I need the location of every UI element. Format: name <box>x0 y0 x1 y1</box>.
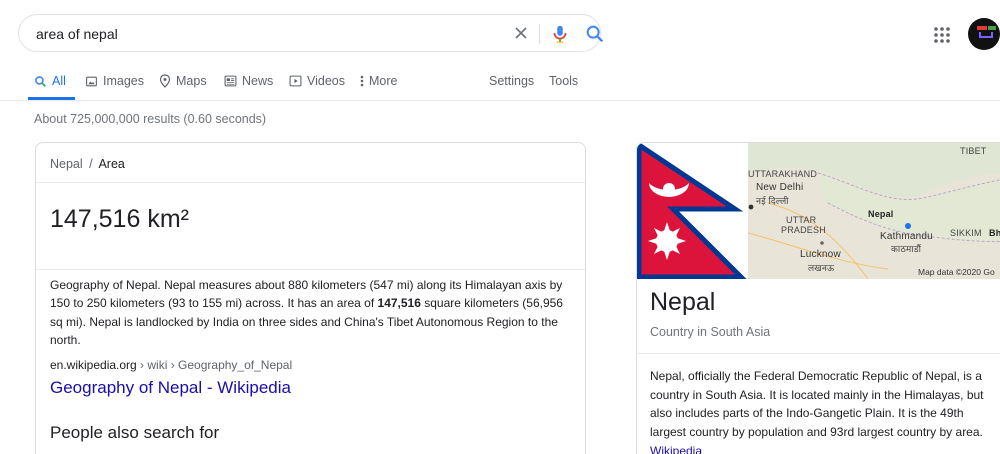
map-attribution: Map data ©2020 Go <box>918 267 995 277</box>
breadcrumb: Nepal / Area <box>50 157 125 171</box>
answer-description: Geography of Nepal. Nepal measures about… <box>50 276 575 349</box>
map-label: नई दिल्ली <box>756 196 789 206</box>
map-pin-icon <box>159 74 171 88</box>
map-label: TIBET <box>960 146 987 156</box>
map-label: UTTARAKHAND <box>748 169 818 179</box>
tab-label: News <box>242 74 274 88</box>
map-label: Kathmandu <box>880 231 933 242</box>
source-url: en.wikipedia.org › wiki › Geography_of_N… <box>50 358 292 372</box>
tab-label: More <box>369 74 398 88</box>
search-input[interactable]: area of nepal <box>36 26 118 42</box>
search-box[interactable]: area of nepal <box>18 14 604 52</box>
search-divider <box>539 24 540 44</box>
tab-settings[interactable]: Settings <box>489 74 534 88</box>
header-divider <box>0 100 1000 101</box>
video-icon <box>289 75 302 87</box>
avatar-mark <box>979 32 993 38</box>
description-text: Nepal, officially the Federal Democratic… <box>650 369 984 440</box>
tab-label: Maps <box>176 74 207 88</box>
map-label: काठमाडौं <box>891 244 922 254</box>
map-label: New Delhi <box>756 182 804 193</box>
breadcrumb-root[interactable]: Nepal <box>50 157 83 171</box>
entity-title: Nepal <box>650 288 716 316</box>
map-image[interactable]: TIBET UTTARAKHAND New Delhi नई दिल्ली UT… <box>748 143 1000 279</box>
results-stats: About 725,000,000 results (0.60 seconds) <box>34 112 267 126</box>
avatar-mark <box>988 26 996 30</box>
tab-all[interactable]: All <box>34 74 66 88</box>
map-label: Nepal <box>868 209 894 219</box>
card-divider <box>36 182 585 183</box>
apps-grid-icon[interactable] <box>933 26 951 44</box>
tab-images[interactable]: Images <box>85 74 144 88</box>
map-label: लखनऊ <box>808 263 835 273</box>
news-icon <box>224 75 237 87</box>
knowledge-panel: TIBET UTTARAKHAND New Delhi नई दिल्ली UT… <box>636 142 1000 454</box>
image-icon <box>86 76 97 86</box>
tab-tools[interactable]: Tools <box>549 74 578 88</box>
tab-videos[interactable]: Videos <box>289 74 345 88</box>
tab-news[interactable]: News <box>224 74 273 88</box>
more-vertical-icon <box>360 75 364 87</box>
microphone-icon[interactable] <box>549 23 571 45</box>
wikipedia-link[interactable]: Wikipedia <box>650 444 702 454</box>
map-label: Lucknow <box>800 249 841 260</box>
map-label: SIKKIM <box>950 228 982 238</box>
search-icon[interactable] <box>584 23 606 45</box>
search-tabs: All Images Maps News Videos More Setting… <box>0 64 1000 100</box>
avatar-mark <box>977 26 987 30</box>
entity-description: Nepal, officially the Federal Democratic… <box>650 367 1000 454</box>
source-path: › wiki › Geography_of_Nepal <box>136 358 293 372</box>
tab-label: All <box>52 74 66 88</box>
search-icon <box>35 75 46 87</box>
breadcrumb-separator: / <box>89 157 93 171</box>
source-host: en.wikipedia.org <box>50 358 137 372</box>
breadcrumb-current: Area <box>98 157 125 171</box>
people-also-search-heading: People also search for <box>50 423 220 442</box>
answer-value: 147,516 km² <box>50 205 189 233</box>
tab-maps[interactable]: Maps <box>159 74 207 88</box>
tab-more[interactable]: More <box>360 74 397 88</box>
avatar[interactable] <box>968 18 1000 50</box>
card-divider <box>36 269 585 270</box>
map-label: UTTAR <box>786 215 817 225</box>
tab-label: Videos <box>307 74 345 88</box>
answer-card: Nepal / Area 147,516 km² Geography of Ne… <box>35 142 586 454</box>
entity-subtitle: Country in South Asia <box>650 325 771 339</box>
description-highlight: 147,516 <box>377 296 421 311</box>
tab-label: Images <box>103 74 144 88</box>
source-link[interactable]: Geography of Nepal - Wikipedia <box>50 378 291 398</box>
map-label: PRADESH <box>781 225 826 235</box>
tab-label: Tools <box>549 74 579 88</box>
tab-label: Settings <box>489 74 535 88</box>
panel-divider <box>637 353 1000 354</box>
clear-icon[interactable] <box>511 23 531 43</box>
map-label: Bh <box>989 228 1000 238</box>
nepal-flag-image[interactable] <box>637 143 747 279</box>
